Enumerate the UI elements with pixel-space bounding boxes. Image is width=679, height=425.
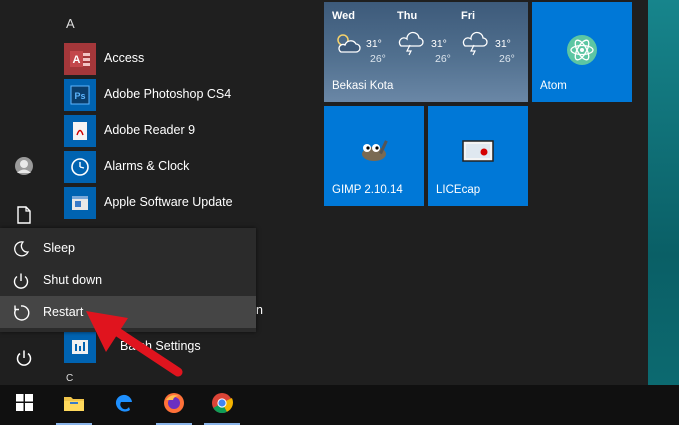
app-item-photoshop[interactable]: Ps Adobe Photoshop CS4 <box>48 77 260 113</box>
gimp-tile[interactable]: GIMP 2.10.14 <box>324 106 424 206</box>
app-item-reader[interactable]: Adobe Reader 9 <box>48 113 260 149</box>
restart-option[interactable]: Restart <box>0 296 256 328</box>
app-label-photoshop: Adobe Photoshop CS4 <box>104 87 232 101</box>
weather-day-name: Wed <box>332 10 356 22</box>
weather-day-name: Fri <box>461 10 476 22</box>
desktop-background <box>648 0 679 425</box>
photoshop-icon: Ps <box>64 79 96 111</box>
sleep-option[interactable]: Sleep <box>0 232 256 264</box>
sleep-label: Sleep <box>43 241 75 255</box>
section-letter-c[interactable]: C <box>66 373 73 384</box>
access-icon: A <box>64 43 96 75</box>
shutdown-option[interactable]: Shut down <box>0 264 256 296</box>
power-button[interactable] <box>0 342 48 378</box>
atom-tile[interactable]: Atom <box>532 2 632 102</box>
moon-icon <box>12 240 30 258</box>
power-icon <box>15 349 33 372</box>
partly-sunny-icon <box>332 30 362 59</box>
app-label-hidden: n <box>256 303 263 317</box>
batch-settings-icon <box>64 331 96 363</box>
app-item-access[interactable]: A Access <box>48 41 260 77</box>
app-item-apple-update[interactable]: Apple Software Update <box>48 185 260 221</box>
avatar-icon <box>14 156 34 181</box>
app-item-batch-settings[interactable]: Batch Settings <box>48 329 260 365</box>
firefox-button[interactable] <box>150 385 198 425</box>
user-avatar-button[interactable] <box>0 150 48 186</box>
reader-icon <box>64 115 96 147</box>
weather-tile[interactable]: Wed 31° 26° Thu 31° 26° Fri 31° 26° Beka… <box>324 2 528 102</box>
file-explorer-button[interactable] <box>50 385 98 425</box>
start-button[interactable] <box>0 385 48 425</box>
firefox-icon <box>162 391 186 420</box>
edge-icon <box>113 392 135 419</box>
licecap-label: LICEcap <box>436 184 481 196</box>
weather-low: 26° <box>435 53 451 65</box>
apple-update-icon <box>64 187 96 219</box>
gimp-icon <box>356 138 392 167</box>
app-label-apple-update: Apple Software Update <box>104 195 233 209</box>
chrome-button[interactable] <box>198 385 246 425</box>
app-label-batch-settings: Batch Settings <box>120 339 201 353</box>
weather-day-fri: Fri 31° 26° <box>461 10 525 65</box>
weather-location: Bekasi Kota <box>332 80 394 92</box>
restart-label: Restart <box>43 305 84 319</box>
atom-label: Atom <box>540 80 567 92</box>
weather-low: 26° <box>370 53 386 65</box>
licecap-icon <box>462 140 494 167</box>
app-label-access: Access <box>104 51 145 65</box>
app-item-alarms[interactable]: Alarms & Clock <box>48 149 260 185</box>
start-menu: A A Access Ps Adobe Photoshop CS4 Adobe … <box>0 0 648 385</box>
chrome-icon <box>210 391 234 420</box>
weather-day-name: Thu <box>397 10 418 22</box>
weather-high: 31° <box>431 38 447 50</box>
section-letter-a[interactable]: A <box>66 16 75 31</box>
app-label-reader: Adobe Reader 9 <box>104 123 196 137</box>
weather-day-wed: Wed 31° 26° <box>332 10 396 65</box>
thunderstorm-icon <box>397 30 427 59</box>
licecap-tile[interactable]: LICEcap <box>428 106 528 206</box>
power-icon <box>12 272 30 290</box>
svg-text:A: A <box>73 54 81 66</box>
atom-icon <box>566 34 598 69</box>
taskbar <box>0 385 679 425</box>
thunderstorm-icon <box>461 30 491 59</box>
folder-icon <box>63 394 85 417</box>
gimp-label: GIMP 2.10.14 <box>332 184 403 196</box>
power-menu: Sleep Shut down Restart <box>0 228 256 332</box>
weather-high: 31° <box>495 38 511 50</box>
shutdown-label: Shut down <box>43 273 103 287</box>
restart-icon <box>12 304 30 322</box>
alarm-clock-icon <box>64 151 96 183</box>
weather-day-thu: Thu 31° 26° <box>397 10 461 65</box>
weather-high: 31° <box>366 38 382 50</box>
svg-text:Ps: Ps <box>74 91 85 101</box>
document-icon <box>17 205 31 229</box>
windows-logo-icon <box>15 394 33 416</box>
weather-low: 26° <box>499 53 515 65</box>
app-label-alarms: Alarms & Clock <box>104 159 190 173</box>
edge-button[interactable] <box>100 385 148 425</box>
